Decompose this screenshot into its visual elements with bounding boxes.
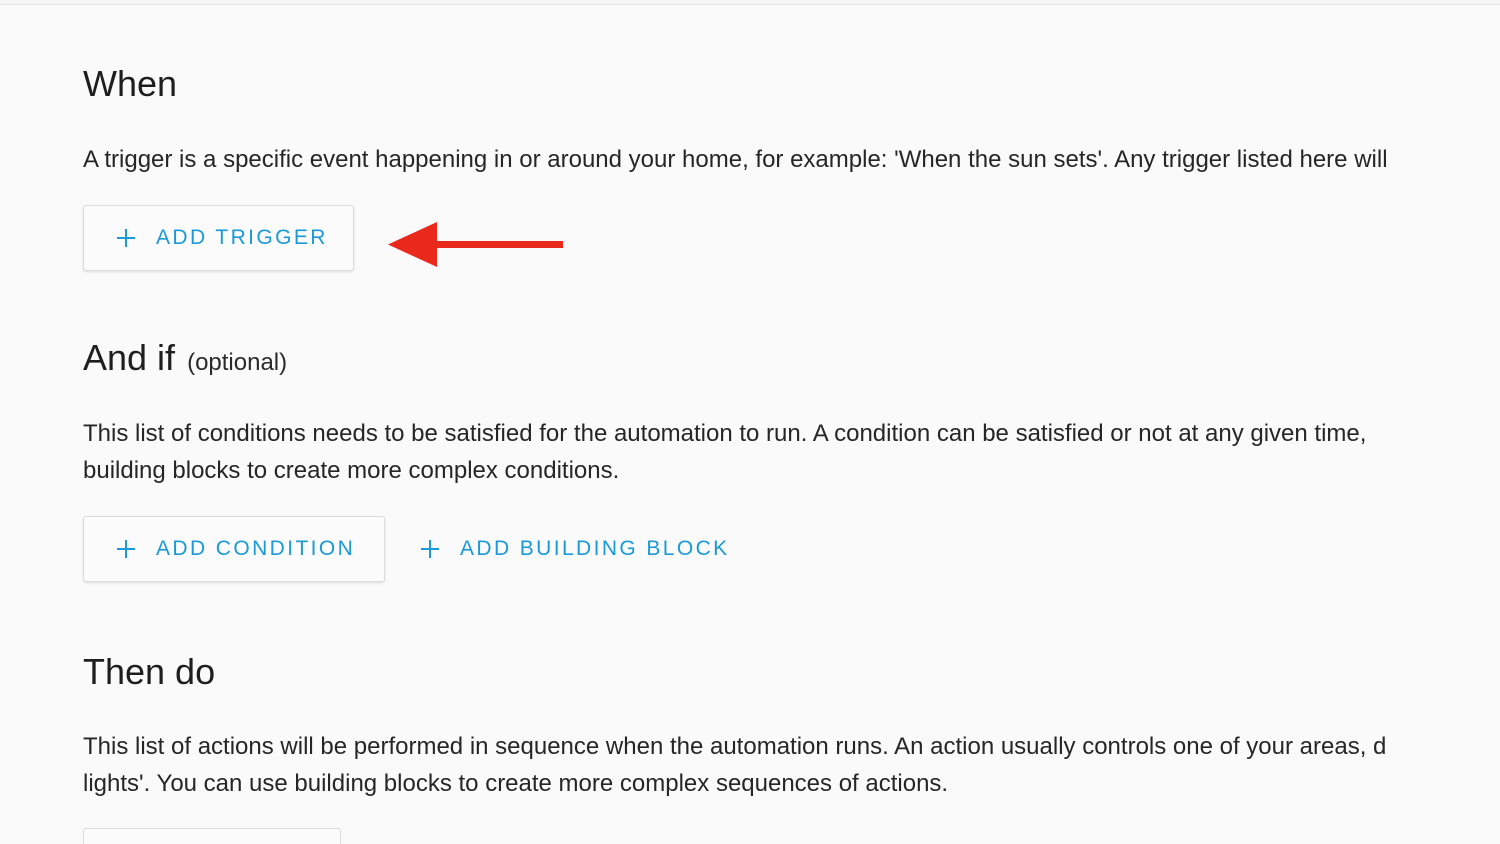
when-title-text: When — [83, 63, 178, 104]
add-trigger-button[interactable]: ADD TRIGGER — [83, 205, 354, 271]
add-action-button[interactable] — [83, 828, 341, 844]
add-condition-button[interactable]: ADD CONDITION — [83, 516, 385, 582]
add-building-block-button[interactable]: ADD BUILDING BLOCK — [421, 516, 751, 582]
and-if-description-line-1: This list of conditions needs to be sati… — [83, 420, 1367, 447]
top-divider — [0, 0, 1500, 5]
and-if-title: And if (optional) — [83, 338, 287, 383]
and-if-title-text: And if — [83, 337, 176, 378]
plus-icon — [421, 540, 439, 558]
automation-editor: When A trigger is a specific event happe… — [0, 0, 1500, 844]
add-building-block-label: ADD BUILDING BLOCK — [460, 537, 730, 560]
arrow-left-icon — [388, 222, 563, 267]
optional-label: (optional) — [187, 349, 288, 376]
then-do-description-line-1: This list of actions will be performed i… — [83, 733, 1387, 760]
then-do-title-text: Then do — [83, 651, 216, 692]
and-if-description-line-2: building blocks to create more complex c… — [83, 457, 620, 484]
plus-icon — [117, 540, 135, 558]
when-title: When — [83, 64, 177, 104]
add-condition-label: ADD CONDITION — [156, 537, 356, 560]
add-trigger-label: ADD TRIGGER — [156, 226, 328, 249]
when-description: A trigger is a specific event happening … — [83, 146, 1388, 173]
plus-icon — [117, 229, 135, 247]
then-do-description-line-2: lights'. You can use building blocks to … — [83, 770, 949, 797]
then-do-title: Then do — [83, 652, 215, 692]
